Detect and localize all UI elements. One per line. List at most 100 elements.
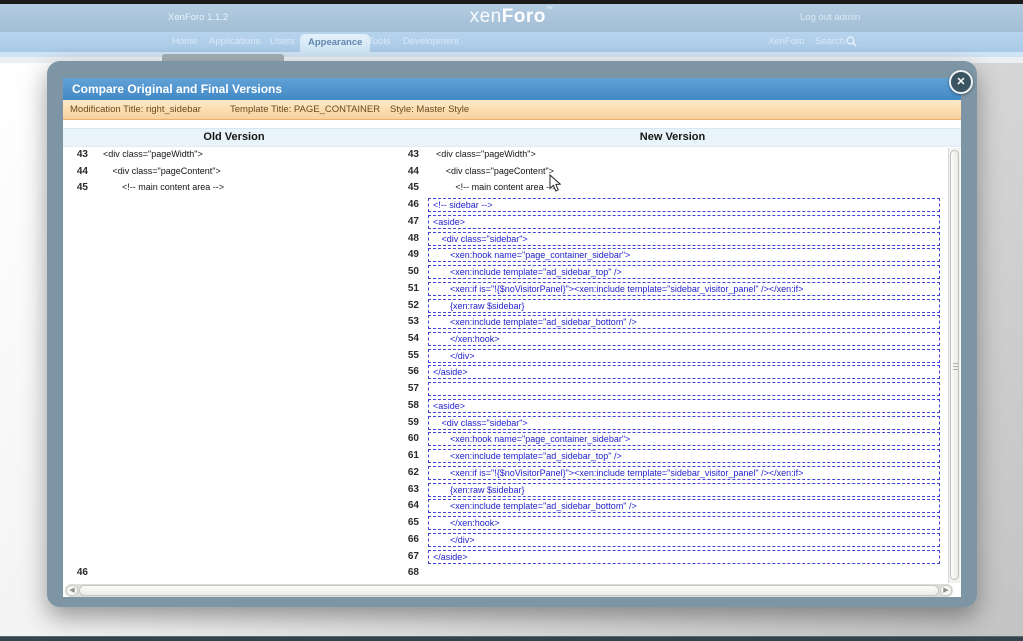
diff-line: 63{xen:raw $sidebar} [404,482,945,498]
line-code: </aside> [428,550,940,564]
horizontal-scrollbar[interactable]: ◀ ▶ [65,584,953,597]
admin-header-bar: XenForo 1.1.2 xenForo™ Log out admin [0,4,1023,32]
diff-line: 48 <div class="sidebar"> [404,231,945,247]
close-icon[interactable]: ✕ [949,70,973,94]
diff-line: 50 <xen:include template="ad_sidebar_top"… [404,264,945,280]
line-number: 61 [404,449,419,462]
line-number: 51 [404,282,419,295]
scroll-right-button[interactable]: ▶ [940,585,952,596]
diff-line: 44<div class="pageContent"> [65,164,405,180]
nav-link-xenforo[interactable]: XenForo [768,32,804,52]
line-number: 64 [404,499,419,512]
line-number: 49 [404,248,419,261]
diff-line: 46<!-- sidebar --> [404,197,945,213]
diff-line: 49 <xen:hook name="page_container_sidebar… [404,247,945,263]
line-code: </xen:hook> [428,516,940,530]
line-number: 56 [404,365,419,378]
diff-line: 46 [65,565,405,581]
line-code: </aside> [428,365,940,379]
template-meta-bar: Modification Title: right_sidebar Templa… [63,100,961,120]
line-code: <xen:if is="!{$noVisitorPanel}"><xen:inc… [428,282,940,296]
xenforo-logo: xenForo™ [0,6,1023,28]
column-headers: Old Version New Version [63,128,961,147]
line-number: 66 [404,533,419,546]
nav-item-tools[interactable]: Tools [368,32,390,52]
admin-navbar: Home Applications Users Appearance Tools… [0,32,1023,52]
scroll-left-button[interactable]: ◀ [66,585,78,596]
diff-line: 56 </aside> [404,364,945,380]
line-number: 50 [404,265,419,278]
line-code: <div class="sidebar"> [428,232,940,246]
vertical-scrollbar[interactable] [948,148,960,583]
mouse-cursor [549,174,561,192]
diff-line: 58<aside> [404,398,945,414]
new-version-header: New Version [404,129,941,146]
line-code: <div class="pageContent"> [404,165,945,178]
diff-line: 43<div class="pageWidth"> [65,147,405,163]
diff-line: 43<div class="pageWidth"> [404,147,945,163]
line-code: <xen:include template="ad_sidebar_bottom… [428,315,940,329]
line-number: 67 [404,550,419,563]
line-number: 52 [404,299,419,312]
diff-line: 66 </div> [404,532,945,548]
modification-title-meta: Modification Title: right_sidebar [70,100,201,119]
nav-item-home[interactable]: Home [172,32,197,52]
nav-item-users[interactable]: Users [270,32,295,52]
line-number: 65 [404,516,419,529]
style-meta: Style: Master Style [390,100,469,119]
line-code: <!-- main content area --> [404,181,945,194]
line-code [428,382,940,396]
diff-line: 59 <div class="sidebar"> [404,415,945,431]
vertical-scrollbar-thumb[interactable] [950,150,959,580]
line-code: </xen:hook> [428,332,940,346]
nav-link-search[interactable]: Search [815,32,845,52]
diff-line: 45<!-- main content area --> [404,180,945,196]
line-code: <aside> [428,215,940,229]
line-code: {xen:raw $sidebar} [428,299,940,313]
line-code: <!-- sidebar --> [428,198,940,212]
line-number: 60 [404,432,419,445]
line-number: 63 [404,483,419,496]
line-code: <xen:include template="ad_sidebar_top" /… [428,449,940,463]
line-code: <div class="pageWidth"> [404,148,945,161]
line-number: 68 [404,566,419,579]
line-number: 62 [404,466,419,479]
diff-line: 65 </xen:hook> [404,515,945,531]
horizontal-scrollbar-thumb[interactable] [79,585,939,596]
line-number: 46 [65,566,88,579]
line-code: </div> [428,533,940,547]
diff-line: 62 <xen:if is="!{$noVisitorPanel}"><xen:i… [404,465,945,481]
line-number: 59 [404,416,419,429]
diff-line: 67 </aside> [404,549,945,565]
line-code: <xen:include template="ad_sidebar_top" /… [428,265,940,279]
diff-line: 47 <aside> [404,214,945,230]
nav-item-applications[interactable]: Applications [209,32,260,52]
diff-line: 52 {xen:raw $sidebar} [404,298,945,314]
diff-line: 57 [404,381,945,397]
diff-viewport: 43<div class="pageWidth">44<div class="p… [65,147,946,582]
line-number: 47 [404,215,419,228]
line-code: <xen:hook name="page_container_sidebar"> [428,248,940,262]
old-version-header: Old Version [63,129,405,146]
diff-line: 53 <xen:include template="ad_sidebar_bott… [404,314,945,330]
nav-item-appearance[interactable]: Appearance [300,34,370,52]
line-code: <div class="sidebar"> [428,416,940,430]
line-code: <xen:hook name="page_container_sidebar"> [428,432,940,446]
logout-link[interactable]: Log out admin [800,12,860,23]
line-number: 55 [404,349,419,362]
page-bottom-edge [0,636,1023,641]
line-number: 48 [404,232,419,245]
compare-dialog: Compare Original and Final Versions Modi… [63,78,961,597]
line-code: <xen:include template="ad_sidebar_bottom… [428,499,940,513]
line-number: 53 [404,315,419,328]
diff-line: 45<!-- main content area --> [65,180,405,196]
line-code: <div class="pageContent"> [65,165,405,178]
diff-line: 51 <xen:if is="!{$noVisitorPanel}"><xen:i… [404,281,945,297]
line-number: 57 [404,382,419,395]
line-code: <xen:if is="!{$noVisitorPanel}"><xen:inc… [428,466,940,480]
line-number: 54 [404,332,419,345]
nav-item-development[interactable]: Development [403,32,459,52]
search-icon[interactable] [846,36,857,47]
template-title-meta: Template Title: PAGE_CONTAINER [230,100,380,119]
line-code: <aside> [428,399,940,413]
